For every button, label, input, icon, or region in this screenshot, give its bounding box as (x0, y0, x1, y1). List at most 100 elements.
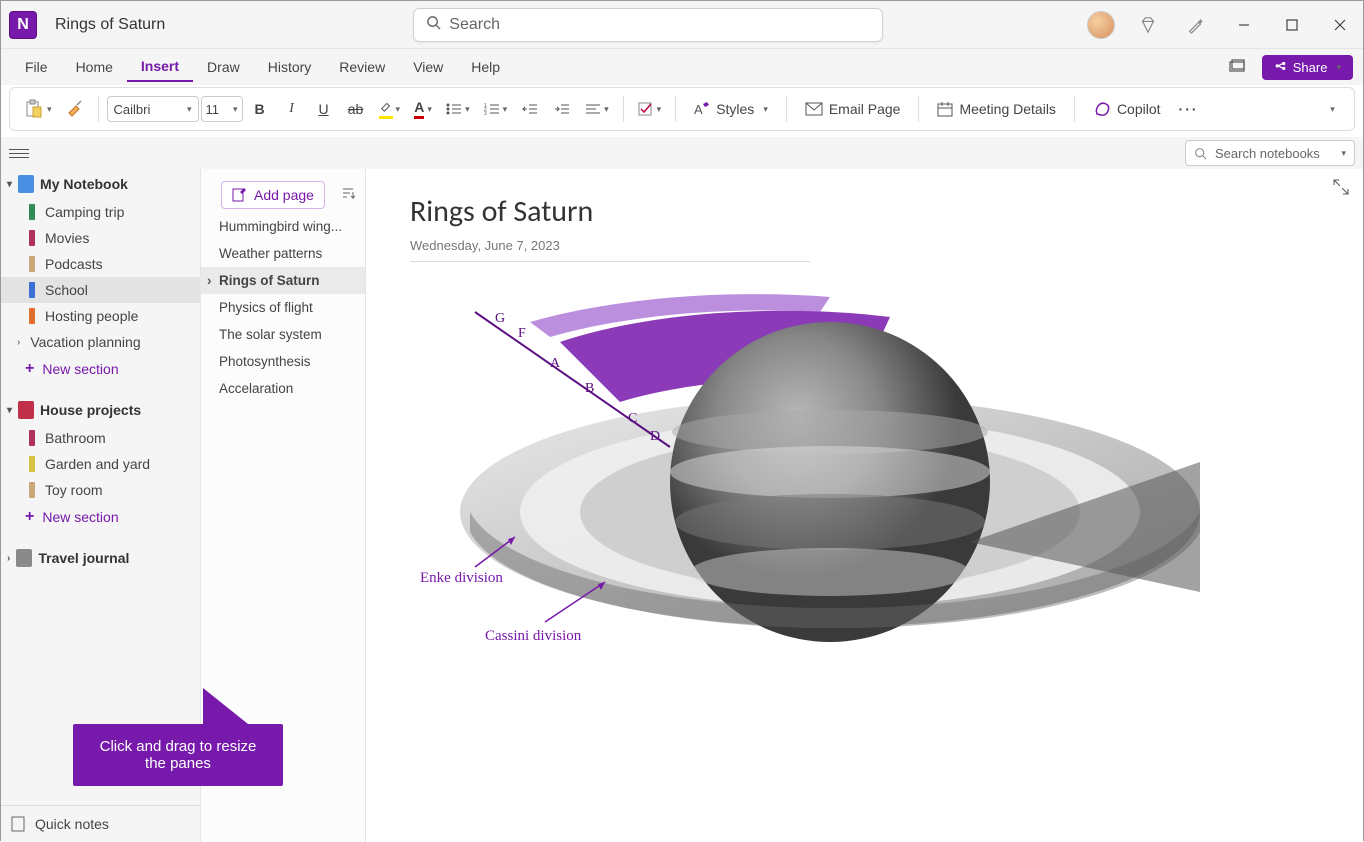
svg-text:Enke division: Enke division (420, 570, 503, 586)
plus-icon: + (25, 508, 34, 526)
share-button[interactable]: Share ▾ (1262, 55, 1353, 80)
sort-button[interactable] (341, 186, 355, 205)
page-item[interactable]: Photosynthesis (201, 348, 365, 375)
search-input[interactable]: Search (413, 8, 883, 42)
tab-view[interactable]: View (399, 53, 457, 81)
copilot-icon (1093, 100, 1111, 118)
user-avatar[interactable] (1087, 11, 1115, 39)
mail-icon (805, 102, 823, 116)
notebook-name: My Notebook (40, 176, 128, 192)
tab-file[interactable]: File (11, 53, 62, 81)
font-size-select[interactable]: 11▾ (201, 96, 243, 122)
underline-button[interactable]: U (309, 93, 339, 125)
diamond-icon[interactable] (1133, 10, 1163, 40)
calendar-icon (937, 101, 953, 117)
close-button[interactable] (1325, 10, 1355, 40)
search-icon (1194, 147, 1207, 160)
strikethrough-button[interactable]: ab (341, 93, 371, 125)
page-item[interactable]: Weather patterns (201, 240, 365, 267)
notebook-name: House projects (40, 402, 141, 418)
section-item[interactable]: Garden and yard (1, 451, 200, 477)
meeting-details-button[interactable]: Meeting Details (927, 101, 1066, 117)
expand-button[interactable] (1333, 179, 1349, 200)
page-item-selected[interactable]: Rings of Saturn (201, 267, 365, 294)
notebook-name: Travel journal (38, 550, 129, 566)
font-color-button[interactable]: A▾ (408, 93, 438, 125)
plus-icon: + (25, 360, 34, 378)
section-item[interactable]: Bathroom (1, 425, 200, 451)
italic-button[interactable]: I (277, 93, 307, 125)
page-date: Wednesday, June 7, 2023 (410, 238, 810, 262)
page-item[interactable]: Physics of flight (201, 294, 365, 321)
bullets-button[interactable]: ▾ (440, 93, 476, 125)
bold-button[interactable]: B (245, 93, 275, 125)
tab-history[interactable]: History (254, 53, 326, 81)
tab-review[interactable]: Review (325, 53, 399, 81)
section-color-tab (29, 482, 35, 498)
notebook-icon (16, 549, 32, 567)
align-button[interactable]: ▾ (579, 93, 615, 125)
maximize-button[interactable] (1277, 10, 1307, 40)
feedback-icon[interactable] (1222, 52, 1252, 82)
ribbon-chevron-button[interactable]: ▾ (1316, 93, 1346, 125)
search-placeholder: Search (449, 16, 500, 34)
section-item[interactable]: Podcasts (1, 251, 200, 277)
paste-button[interactable]: ▾ (18, 93, 58, 125)
chevron-down-icon: ▾ (1341, 148, 1346, 159)
svg-text:C: C (628, 411, 637, 426)
minimize-button[interactable] (1229, 10, 1259, 40)
notebook-header-collapsed[interactable]: › Travel journal (1, 543, 200, 573)
page-item[interactable]: The solar system (201, 321, 365, 348)
todo-tag-button[interactable]: ▾ (632, 93, 668, 125)
section-color-tab (29, 204, 35, 220)
email-page-button[interactable]: Email Page (795, 101, 911, 117)
divider (1074, 96, 1075, 122)
notebook-header[interactable]: ▾ My Notebook (1, 169, 200, 199)
chevron-down-icon: ▾ (7, 179, 12, 190)
notebook-header[interactable]: ▾ House projects (1, 395, 200, 425)
new-section-button[interactable]: +New section (1, 355, 200, 383)
copilot-button[interactable]: Copilot (1083, 100, 1171, 118)
format-painter-button[interactable] (60, 93, 90, 125)
pen-sparkle-icon[interactable] (1181, 10, 1211, 40)
indent-button[interactable] (547, 93, 577, 125)
page-canvas[interactable]: Rings of Saturn Wednesday, June 7, 2023 (366, 169, 1363, 842)
titlebar: N Rings of Saturn Search (1, 1, 1363, 49)
section-item[interactable]: Movies (1, 225, 200, 251)
font-select[interactable]: Cailbri▾ (107, 96, 199, 122)
highlight-button[interactable]: ▾ (373, 93, 407, 125)
divider (918, 96, 919, 122)
quick-notes-button[interactable]: Quick notes (1, 805, 200, 842)
section-item[interactable]: Camping trip (1, 199, 200, 225)
page-item[interactable]: Accelaration (201, 375, 365, 402)
page-item[interactable]: Hummingbird wing... (201, 213, 365, 240)
section-item[interactable]: ›Vacation planning (1, 329, 200, 355)
page-icon (11, 816, 25, 832)
main-area: ▾ My Notebook Camping trip Movies Podcas… (1, 169, 1363, 842)
new-section-button[interactable]: +New section (1, 503, 200, 531)
notebook-icon (18, 175, 34, 193)
tab-insert[interactable]: Insert (127, 52, 193, 82)
overflow-button[interactable]: ··· (1173, 93, 1205, 125)
svg-text:A: A (694, 102, 703, 117)
divider (98, 96, 99, 122)
outdent-button[interactable] (515, 93, 545, 125)
section-item-selected[interactable]: School (1, 277, 200, 303)
page-title[interactable]: Rings of Saturn (410, 193, 1319, 230)
format-toolbar: ▾ Cailbri▾ 11▾ B I U ab ▾ A▾ ▾ 123▾ ▾ ▾ … (9, 87, 1355, 131)
resize-tooltip: Click and drag to resize the panes (73, 724, 283, 786)
divider (675, 96, 676, 122)
section-item[interactable]: Hosting people (1, 303, 200, 329)
chevron-right-icon: › (7, 553, 10, 564)
tab-help[interactable]: Help (457, 53, 514, 81)
search-notebooks-input[interactable]: Search notebooks ▾ (1185, 140, 1355, 166)
section-item[interactable]: Toy room (1, 477, 200, 503)
tab-draw[interactable]: Draw (193, 53, 254, 81)
notebook-icon (18, 401, 34, 419)
tab-home[interactable]: Home (62, 53, 127, 81)
pane-toggle-button[interactable] (9, 143, 29, 163)
section-color-tab (29, 430, 35, 446)
styles-button[interactable]: A Styles▾ (684, 101, 778, 117)
add-page-button[interactable]: Add page (221, 181, 325, 209)
numbering-button[interactable]: 123▾ (478, 93, 514, 125)
